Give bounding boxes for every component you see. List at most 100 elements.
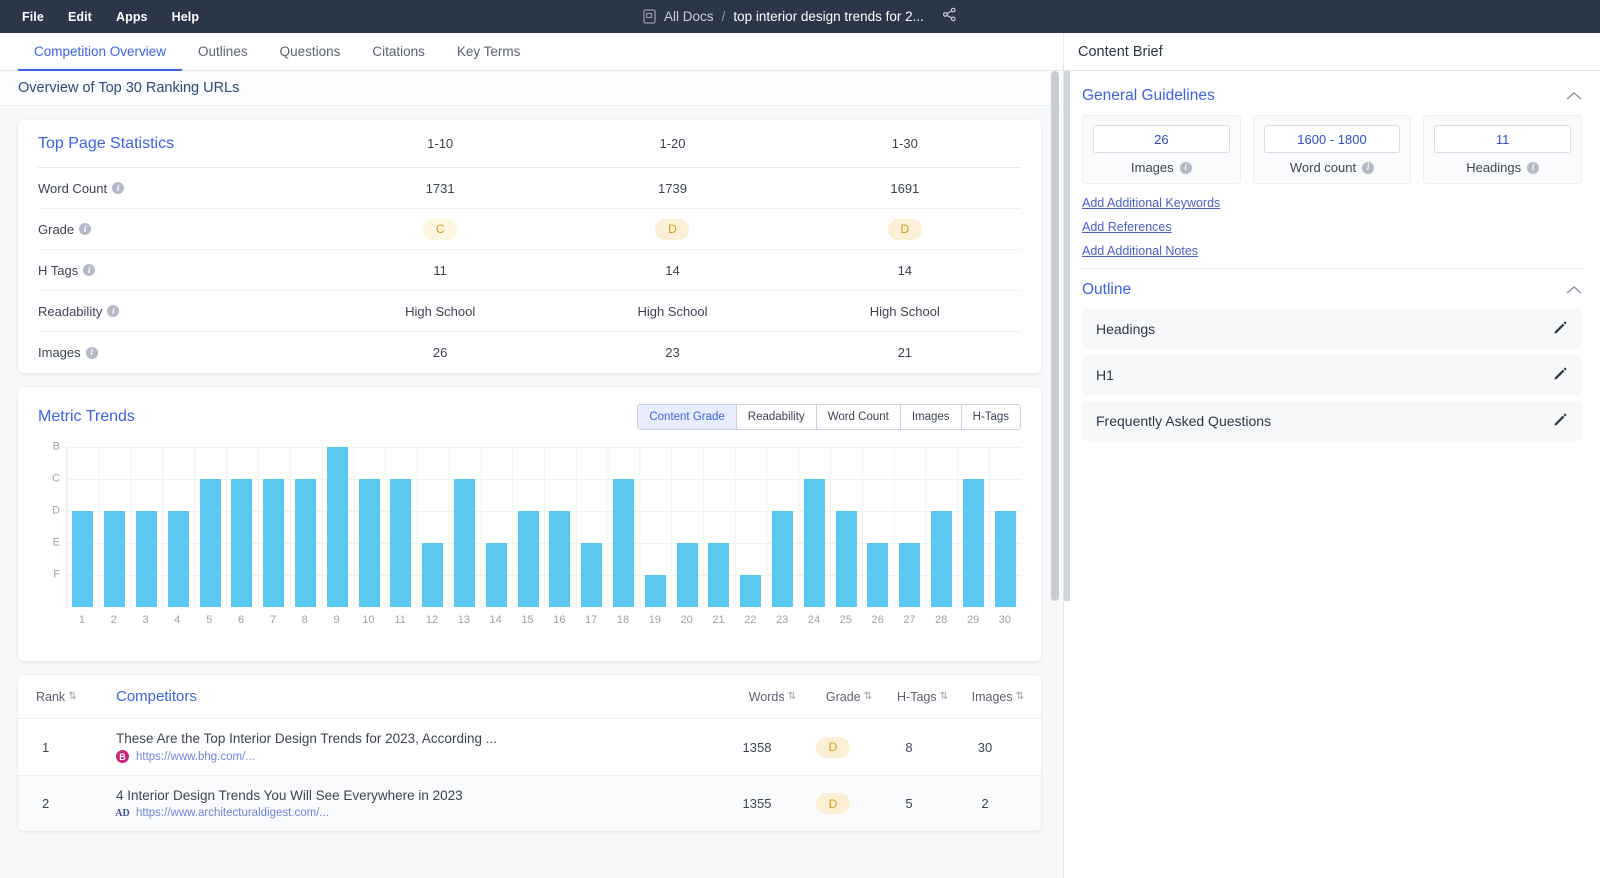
info-icon[interactable]: i xyxy=(1362,162,1374,174)
menu-file[interactable]: File xyxy=(10,5,56,29)
chart-bar[interactable] xyxy=(963,479,984,607)
left-pane-scrollbar[interactable] xyxy=(1051,71,1059,601)
pencil-icon[interactable] xyxy=(1553,320,1568,338)
chart-bar[interactable] xyxy=(359,479,380,607)
info-icon[interactable]: i xyxy=(1180,162,1192,174)
info-icon[interactable]: i xyxy=(86,347,98,359)
chevron-up-icon[interactable] xyxy=(1566,283,1582,297)
chart-bar-column[interactable] xyxy=(957,447,989,607)
chart-bar-column[interactable] xyxy=(639,447,671,607)
segment-h-tags[interactable]: H-Tags xyxy=(962,405,1020,429)
chart-bar-column[interactable] xyxy=(703,447,735,607)
chart-bar[interactable] xyxy=(708,543,729,607)
chart-bar[interactable] xyxy=(549,511,570,607)
chart-bar[interactable] xyxy=(931,511,952,607)
outline-item-h1[interactable]: H1 xyxy=(1082,355,1582,395)
tab-key-terms[interactable]: Key Terms xyxy=(441,33,537,70)
chart-bar[interactable] xyxy=(740,575,761,607)
sort-icon[interactable]: ⇅ xyxy=(788,691,795,702)
segment-images[interactable]: Images xyxy=(901,405,962,429)
row-url[interactable]: https://www.bhg.com/... xyxy=(136,751,255,763)
images-input[interactable]: 26 xyxy=(1093,125,1230,153)
segment-readability[interactable]: Readability xyxy=(737,405,817,429)
chart-bar-column[interactable] xyxy=(926,447,958,607)
chart-bar[interactable] xyxy=(136,511,157,607)
chart-bar[interactable] xyxy=(327,447,348,607)
chart-bar-column[interactable] xyxy=(735,447,767,607)
chart-bar[interactable] xyxy=(677,543,698,607)
chart-bar-column[interactable] xyxy=(258,447,290,607)
chart-bar-column[interactable] xyxy=(894,447,926,607)
chart-bar-column[interactable] xyxy=(99,447,131,607)
chart-bar[interactable] xyxy=(613,479,634,607)
chart-bar[interactable] xyxy=(518,511,539,607)
chart-bar-column[interactable] xyxy=(512,447,544,607)
chart-bar[interactable] xyxy=(104,511,125,607)
chart-bar-column[interactable] xyxy=(671,447,703,607)
tab-competition-overview[interactable]: Competition Overview xyxy=(18,33,182,70)
add-additional-notes-link[interactable]: Add Additional Notes xyxy=(1082,244,1198,258)
outline-item-faq[interactable]: Frequently Asked Questions xyxy=(1082,401,1582,441)
info-icon[interactable]: i xyxy=(79,223,91,235)
menu-apps[interactable]: Apps xyxy=(104,5,160,29)
chart-bar[interactable] xyxy=(804,479,825,607)
chevron-up-icon[interactable] xyxy=(1566,89,1582,103)
chart-bar-column[interactable] xyxy=(194,447,226,607)
tab-questions[interactable]: Questions xyxy=(264,33,357,70)
chart-bar[interactable] xyxy=(772,511,793,607)
chart-bar[interactable] xyxy=(899,543,920,607)
chart-bar[interactable] xyxy=(390,479,411,607)
chart-bar-column[interactable] xyxy=(67,447,99,607)
segment-word-count[interactable]: Word Count xyxy=(817,405,901,429)
row-title[interactable]: 4 Interior Design Trends You Will See Ev… xyxy=(116,788,719,803)
tab-citations[interactable]: Citations xyxy=(356,33,441,70)
chart-bar-column[interactable] xyxy=(385,447,417,607)
chart-bar-column[interactable] xyxy=(862,447,894,607)
general-guidelines-header[interactable]: General Guidelines xyxy=(1082,87,1582,115)
breadcrumb-doc-title[interactable]: top interior design trends for 2... xyxy=(733,9,924,24)
add-additional-keywords-link[interactable]: Add Additional Keywords xyxy=(1082,196,1220,210)
outline-header[interactable]: Outline xyxy=(1082,281,1582,309)
row-title[interactable]: These Are the Top Interior Design Trends… xyxy=(116,731,719,746)
chart-bar-column[interactable] xyxy=(131,447,163,607)
right-pane-scrollbar[interactable] xyxy=(1064,71,1070,601)
chart-bar-column[interactable] xyxy=(544,447,576,607)
chart-bar[interactable] xyxy=(581,543,602,607)
share-icon[interactable] xyxy=(942,7,957,27)
chart-bar-column[interactable] xyxy=(353,447,385,607)
table-row[interactable]: 1 These Are the Top Interior Design Tren… xyxy=(18,719,1041,775)
table-row[interactable]: 2 4 Interior Design Trends You Will See … xyxy=(18,775,1041,831)
sort-icon[interactable]: ⇅ xyxy=(940,691,947,702)
chart-bar-column[interactable] xyxy=(767,447,799,607)
left-scroll-area[interactable]: Top Page Statistics 1-10 1-20 1-30 Word … xyxy=(0,106,1063,878)
row-url[interactable]: https://www.architecturaldigest.com/... xyxy=(136,807,329,819)
column-header-htags[interactable]: H-Tags ⇅ xyxy=(871,690,947,704)
chart-bar[interactable] xyxy=(486,543,507,607)
chart-bar[interactable] xyxy=(645,575,666,607)
chart-bar-column[interactable] xyxy=(226,447,258,607)
chart-bar[interactable] xyxy=(263,479,284,607)
info-icon[interactable]: i xyxy=(107,305,119,317)
chart-bar[interactable] xyxy=(995,511,1016,607)
pencil-icon[interactable] xyxy=(1553,366,1568,384)
chart-bar-column[interactable] xyxy=(830,447,862,607)
info-icon[interactable]: i xyxy=(112,182,124,194)
column-header-words[interactable]: Words ⇅ xyxy=(719,690,795,704)
chart-bar-column[interactable] xyxy=(321,447,353,607)
word-count-input[interactable]: 1600 - 1800 xyxy=(1264,125,1401,153)
chart-bar-column[interactable] xyxy=(576,447,608,607)
column-header-rank[interactable]: Rank ⇅ xyxy=(36,690,102,704)
info-icon[interactable]: i xyxy=(83,264,95,276)
chart-bar-column[interactable] xyxy=(989,447,1021,607)
sort-icon[interactable]: ⇅ xyxy=(1016,691,1023,702)
add-references-link[interactable]: Add References xyxy=(1082,220,1172,234)
chart-bar[interactable] xyxy=(168,511,189,607)
chart-bar-column[interactable] xyxy=(449,447,481,607)
chart-bar[interactable] xyxy=(836,511,857,607)
column-header-images[interactable]: Images ⇅ xyxy=(947,690,1023,704)
chart-bar-column[interactable] xyxy=(480,447,512,607)
breadcrumb-all-docs[interactable]: All Docs xyxy=(664,9,714,24)
column-header-grade[interactable]: Grade ⇅ xyxy=(795,690,871,704)
menu-edit[interactable]: Edit xyxy=(56,5,104,29)
info-icon[interactable]: i xyxy=(1527,162,1539,174)
